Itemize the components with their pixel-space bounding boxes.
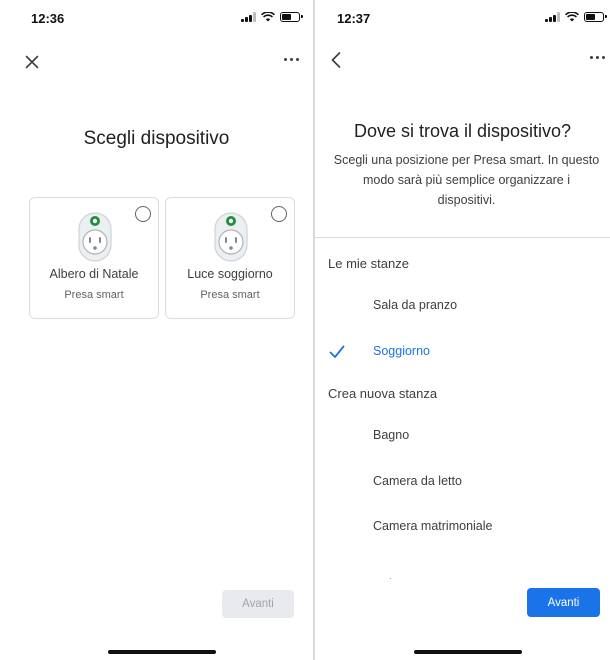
new-room-list-item[interactable]: Camera da letto	[315, 464, 610, 500]
room-label: Soggiorno	[373, 344, 430, 358]
check-icon	[329, 345, 345, 358]
status-icons	[241, 12, 303, 22]
new-room-list-item[interactable]: Camera matrimoniale	[315, 509, 610, 545]
more-icon	[589, 55, 593, 59]
battery-icon	[280, 12, 303, 22]
back-button[interactable]	[325, 48, 349, 72]
room-label: Sala da pranzo	[373, 298, 458, 312]
device-location-screen: 12:37 Dove si trova il dispositivo? Sceg…	[315, 0, 610, 660]
new-room-heading: Crea nuova stanza	[328, 386, 438, 401]
device-name: Albero di Natale	[49, 267, 139, 281]
device-card[interactable]: Luce soggiorno Presa smart	[165, 197, 295, 319]
status-icons	[545, 12, 607, 22]
back-arrow-icon	[331, 52, 341, 68]
device-card[interactable]: Albero di Natale Presa smart	[29, 197, 159, 319]
device-type: Presa smart	[200, 289, 260, 301]
smart-plug-icon	[78, 212, 112, 262]
device-type: Presa smart	[64, 289, 124, 301]
close-button[interactable]	[20, 50, 44, 74]
next-button[interactable]: Avanti	[527, 588, 600, 617]
room-label: Camera da letto	[373, 474, 462, 488]
next-button[interactable]: Avanti	[222, 590, 294, 618]
divider	[315, 237, 610, 238]
battery-level	[586, 14, 595, 20]
device-radio-button[interactable]	[271, 206, 287, 222]
list-scroll-clip	[315, 560, 610, 578]
close-icon	[25, 55, 39, 69]
cellular-signal-icon	[241, 12, 256, 22]
home-indicator	[108, 650, 216, 654]
home-indicator	[414, 650, 522, 654]
smart-plug-icon	[214, 212, 248, 262]
more-options-button[interactable]	[585, 48, 609, 66]
wifi-icon	[565, 12, 579, 22]
room-label: Camera matrimoniale	[373, 519, 493, 533]
status-bar: 12:36	[0, 0, 313, 36]
choose-device-screen: 12:36 Scegli dispositivo Albero di Natal…	[0, 0, 313, 660]
page-title: Dove si trova il dispositivo?	[353, 121, 572, 141]
page-subtitle: Scegli una posizione per Presa smart. In…	[333, 153, 600, 207]
battery-level	[282, 14, 291, 20]
page-title: Scegli dispositivo	[83, 128, 230, 149]
status-time: 12:36	[31, 11, 65, 26]
my-rooms-heading: Le mie stanze	[328, 256, 409, 271]
new-room-list-item[interactable]: Bagno	[315, 418, 610, 454]
status-time: 12:37	[337, 11, 371, 26]
device-radio-button[interactable]	[135, 206, 151, 222]
status-bar: 12:37	[315, 0, 610, 36]
wifi-icon	[261, 12, 275, 22]
battery-icon	[584, 12, 607, 22]
cellular-signal-icon	[545, 12, 560, 22]
more-icon	[283, 57, 287, 61]
more-options-button[interactable]	[279, 50, 303, 68]
room-list-item[interactable]: Soggiorno	[315, 334, 610, 370]
room-label: Bagno	[373, 428, 410, 442]
room-list-item[interactable]: Sala da pranzo	[315, 288, 610, 324]
device-name: Luce soggiorno	[187, 267, 273, 281]
